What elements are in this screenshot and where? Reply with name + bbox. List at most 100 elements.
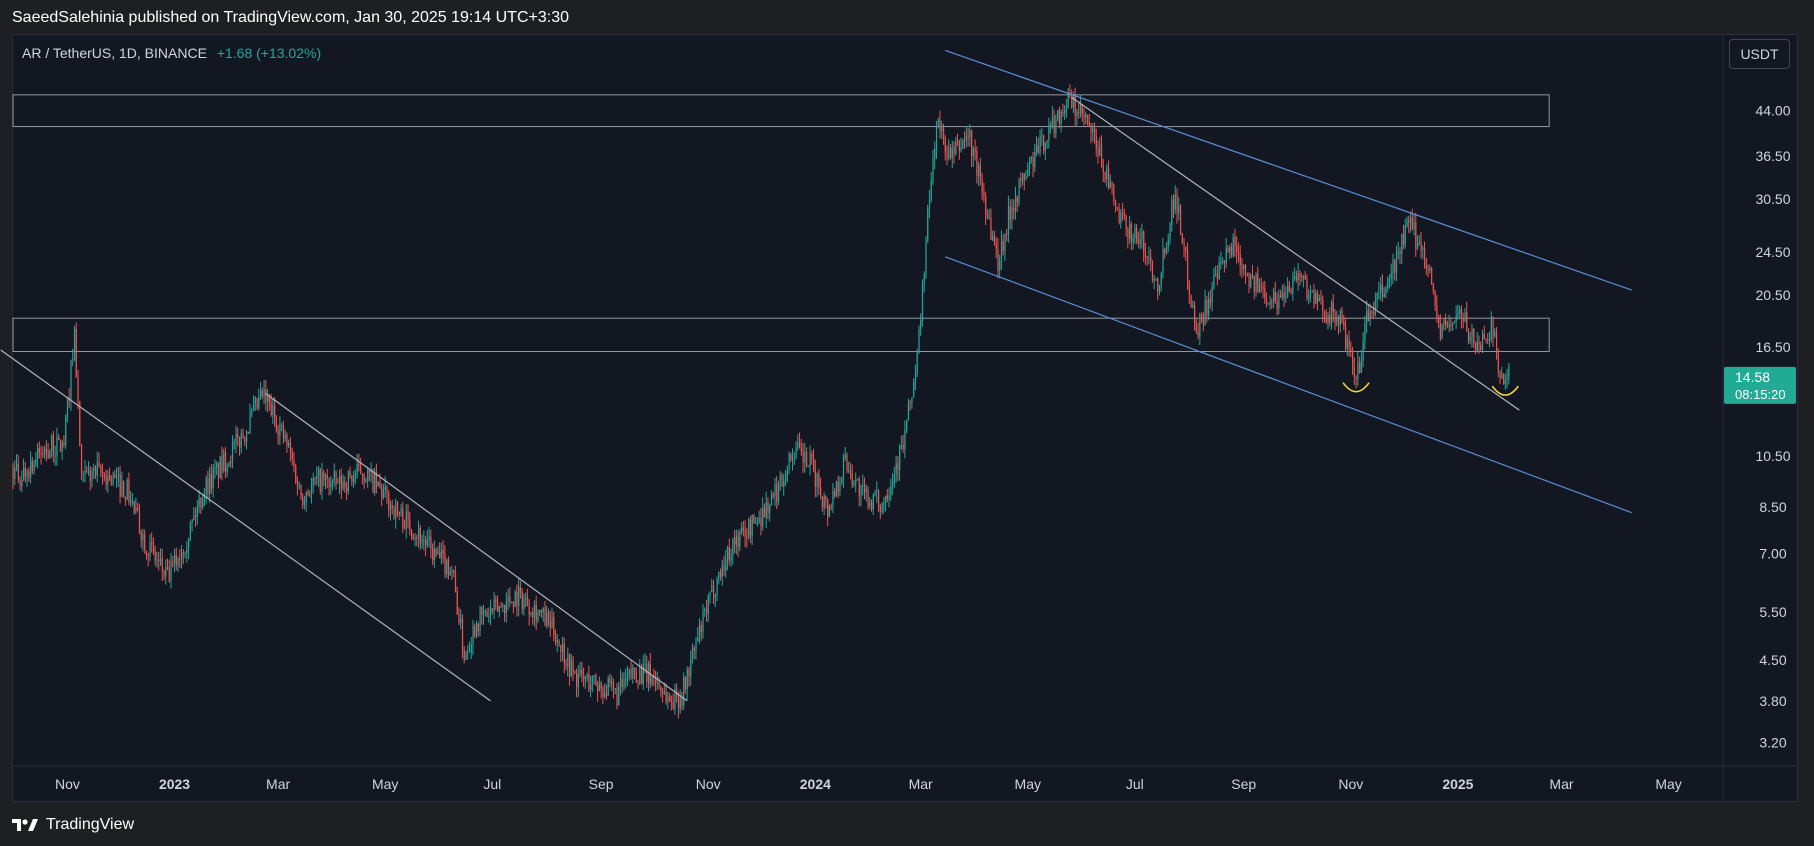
candle-body <box>547 612 550 622</box>
candle-body <box>193 515 195 520</box>
candle-body <box>1171 199 1173 226</box>
candle-body <box>1090 125 1092 133</box>
candle-body <box>532 612 534 618</box>
candle-body <box>209 473 211 495</box>
candle-body <box>1478 341 1480 345</box>
candle-body <box>906 420 908 431</box>
candle-body <box>467 651 469 653</box>
candle-body <box>1334 311 1336 324</box>
candle-body <box>409 519 411 531</box>
price-tick-label: 7.00 <box>1759 546 1786 562</box>
candle-body <box>456 590 458 615</box>
candle-body <box>509 597 511 603</box>
tradingview-brand[interactable]: TradingView <box>12 815 134 835</box>
candle-body <box>253 403 255 411</box>
candle-body <box>504 604 506 614</box>
candle-body <box>396 502 399 512</box>
candle-body <box>460 618 462 623</box>
candle-body <box>955 140 957 155</box>
candle-body <box>1250 274 1252 287</box>
candle-body <box>1129 223 1131 239</box>
candle-body <box>1167 239 1169 248</box>
candle-body <box>505 600 508 614</box>
candle-body <box>658 682 660 686</box>
candle-body <box>841 477 843 484</box>
candle-body <box>1194 304 1196 328</box>
falling-channel-upper <box>945 49 1632 291</box>
candle-body <box>546 612 548 626</box>
candle-body <box>288 442 290 446</box>
candle-body <box>934 148 936 159</box>
candle-body <box>1499 370 1501 378</box>
candle-body <box>1122 212 1124 214</box>
candle-body <box>611 682 613 684</box>
candle-body <box>107 475 109 485</box>
candle-body <box>346 487 348 492</box>
candle-body <box>249 412 251 434</box>
candle-body <box>1197 331 1199 337</box>
candle-body <box>718 571 720 579</box>
candle-body <box>1269 301 1271 304</box>
candle-body <box>1406 220 1408 227</box>
price-tick-label: 24.50 <box>1755 244 1790 260</box>
price-tick-label: 44.00 <box>1755 103 1790 119</box>
candle-body <box>1448 324 1450 328</box>
candle-body <box>625 678 627 681</box>
candle-body <box>353 477 355 483</box>
candle-body <box>516 591 518 606</box>
candle-body <box>109 475 111 481</box>
candle-body <box>365 480 367 482</box>
candle-body <box>904 430 906 450</box>
candle-body <box>976 151 978 177</box>
candle-body <box>856 478 859 480</box>
candle-body <box>1266 300 1268 305</box>
candle-body <box>289 442 292 451</box>
candle-body <box>1353 367 1356 378</box>
candle-body <box>425 539 427 546</box>
candle-body <box>651 676 653 685</box>
candle-body <box>828 506 831 518</box>
candlestick-chart[interactable]: 56.0044.0036.5030.5024.5020.5016.5010.50… <box>0 0 1814 846</box>
candle-body <box>1023 174 1025 180</box>
candle-body <box>1262 286 1264 289</box>
candle-body <box>1060 112 1062 125</box>
candle-body <box>584 677 587 680</box>
candle-body <box>407 511 409 520</box>
candle-body <box>174 554 176 563</box>
candle-body <box>1373 311 1375 315</box>
candle-body <box>909 402 911 404</box>
falling-channel-lower <box>945 256 1632 514</box>
candle-body <box>391 505 393 508</box>
candle-body <box>957 140 959 142</box>
candle-body <box>268 397 271 404</box>
price-tick-label: 3.20 <box>1759 734 1786 750</box>
candle-body <box>702 610 704 633</box>
candle-body <box>35 458 37 465</box>
candle-body <box>89 470 91 481</box>
candle-body <box>493 599 495 611</box>
candle-body <box>1415 221 1417 249</box>
candle-body <box>1037 145 1039 153</box>
candle-body <box>1062 112 1064 114</box>
candle-body <box>195 515 197 517</box>
candle-body <box>907 402 910 421</box>
candle-body <box>1355 377 1357 379</box>
candle-body <box>491 608 493 611</box>
candle-body <box>1473 328 1475 344</box>
candle-body <box>725 559 727 571</box>
candle-body <box>1283 292 1285 299</box>
candle-body <box>830 506 832 508</box>
candle-body <box>614 688 616 690</box>
candle-body <box>51 435 53 451</box>
candle-body <box>1388 278 1391 280</box>
candle-body <box>86 470 88 472</box>
currency-unit-button[interactable]: USDT <box>1729 39 1790 69</box>
candle-body <box>932 158 934 181</box>
candle-body <box>49 450 51 459</box>
candle-body <box>800 447 802 452</box>
candle-body <box>1085 114 1087 118</box>
candle-body <box>860 486 862 497</box>
candle-body <box>962 139 964 147</box>
candle-body <box>827 500 829 518</box>
candle-body <box>1239 254 1241 266</box>
